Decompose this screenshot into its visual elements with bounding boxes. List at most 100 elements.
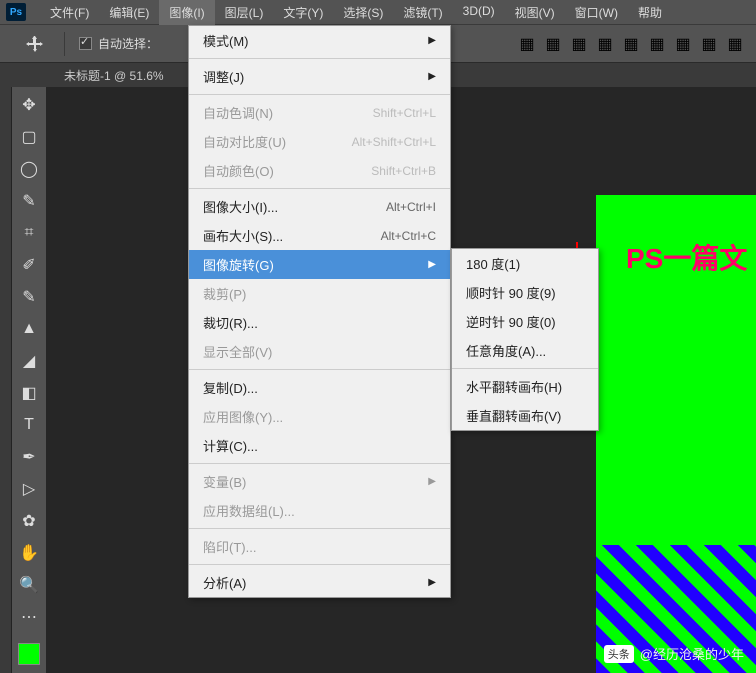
hand-tool-icon[interactable]: ✋ [16,541,42,565]
auto-select-checkbox[interactable]: 自动选择： [79,35,158,52]
more-tools-icon[interactable]: ⋯ [16,605,42,629]
menu-item-label: 陷印(T)... [203,537,256,556]
menu-item-label: 分析(A) [203,573,246,592]
menu-item-2[interactable]: 图像(I) [159,0,214,25]
foreground-color-swatch[interactable] [18,643,40,665]
menu-item-label: 图像旋转(G) [203,255,274,274]
align-btn[interactable]: ▦ [542,33,564,55]
panel-collapse-strip[interactable] [0,87,12,673]
menu-item[interactable]: 裁切(R)... [189,308,450,337]
menu-item[interactable]: 调整(J) ▶ [189,62,450,91]
menu-item-label: 自动色调(N) [203,103,273,122]
menu-separator [189,94,450,95]
submenu-item[interactable]: 顺时针 90 度(9) [452,278,598,307]
menu-separator [189,188,450,189]
submenu-item[interactable]: 垂直翻转画布(V) [452,401,598,430]
menu-item-label: 裁切(R)... [203,313,258,332]
menu-item-label: 应用数据组(L)... [203,501,295,520]
align-btn[interactable]: ▦ [698,33,720,55]
stamp-tool-icon[interactable]: ▲ [16,317,42,341]
image-menu-dropdown: 模式(M)▶调整(J)▶自动色调(N)Shift+Ctrl+L自动对比度(U)A… [188,25,451,598]
menubar: Ps 文件(F)编辑(E)图像(I)图层(L)文字(Y)选择(S)滤镜(T)3D… [0,0,756,25]
align-btn[interactable]: ▦ [620,33,642,55]
menu-item[interactable]: 计算(C)... [189,431,450,460]
menu-item[interactable]: 图像旋转(G) ▶ [189,250,450,279]
menu-item-label: 应用图像(Y)... [203,407,283,426]
shape-tool-icon[interactable]: ✿ [16,509,42,533]
crop-tool-icon[interactable]: ⌗ [16,221,42,245]
menu-separator [189,564,450,565]
menu-item-label: 画布大小(S)... [203,226,283,245]
tool-panel: ✥ ▢ ◯ ✎ ⌗ ✐ ✎ ▲ ◢ ◧ T ✒ ▷ ✿ ✋ 🔍 ⋯ [12,87,46,673]
submenu-arrow-icon: ▶ [428,259,436,270]
marquee-tool-icon[interactable]: ▢ [16,125,42,149]
menu-item-label: 自动对比度(U) [203,132,286,151]
type-tool-icon[interactable]: T [16,413,42,437]
submenu-arrow-icon: ▶ [428,577,436,588]
menu-item-3[interactable]: 图层(L) [215,0,274,25]
canvas-content: PS一篇文 [596,195,756,673]
menu-item-label: 复制(D)... [203,378,258,397]
submenu-item[interactable]: 任意角度(A)... [452,336,598,365]
menu-item-label: 调整(J) [203,67,244,86]
menu-item-label: 裁剪(P) [203,284,246,303]
submenu-arrow-icon: ▶ [428,71,436,82]
document-tab[interactable]: 未标题-1 @ 51.6% [56,67,172,84]
zoom-tool-icon[interactable]: 🔍 [16,573,42,597]
menu-item: 自动对比度(U)Alt+Shift+Ctrl+L [189,127,450,156]
menu-separator [189,369,450,370]
menu-item: 应用图像(Y)... [189,402,450,431]
menu-item[interactable]: 画布大小(S)... Alt+Ctrl+C [189,221,450,250]
align-btn[interactable]: ▦ [594,33,616,55]
move-tool-icon[interactable]: ✥ [16,93,42,117]
menu-item-10[interactable]: 帮助 [628,0,672,25]
menu-item[interactable]: 模式(M)▶ [189,26,450,55]
menu-item[interactable]: 复制(D)... [189,373,450,402]
menu-separator [189,528,450,529]
gradient-tool-icon[interactable]: ◧ [16,381,42,405]
menu-item-label: 图像大小(I)... [203,197,278,216]
app-logo: Ps [6,3,26,21]
menu-item: 陷印(T)... [189,532,450,561]
submenu-item[interactable]: 180 度(1) [452,249,598,278]
menu-item-5[interactable]: 选择(S) [333,0,393,25]
menu-item-6[interactable]: 滤镜(T) [393,0,452,25]
align-btn[interactable]: ▦ [646,33,668,55]
submenu-arrow-icon: ▶ [428,476,436,487]
menu-item: 应用数据组(L)... [189,496,450,525]
watermark-text: @经历沧桑的少年 [640,644,744,663]
align-buttons: ▦ ▦ ▦ ▦ ▦ ▦ ▦ ▦ ▦ [516,33,746,55]
menu-item-8[interactable]: 视图(V) [505,0,565,25]
move-tool-icon[interactable] [20,31,50,57]
canvas-text: PS一篇文 [626,237,747,277]
menu-item[interactable]: 分析(A) ▶ [189,568,450,597]
submenu-item[interactable]: 水平翻转画布(H) [452,372,598,401]
menu-item[interactable]: 图像大小(I)...Alt+Ctrl+I [189,192,450,221]
path-select-tool-icon[interactable]: ▷ [16,477,42,501]
menu-item-0[interactable]: 文件(F) [40,0,99,25]
eraser-tool-icon[interactable]: ◢ [16,349,42,373]
menu-shortcut: Alt+Ctrl+C [381,229,436,243]
menu-item: 显示全部(V) [189,337,450,366]
menu-separator [189,58,450,59]
menu-item: 自动颜色(O)Shift+Ctrl+B [189,156,450,185]
menu-item-label: 变量(B) [203,472,246,491]
eyedropper-tool-icon[interactable]: ✐ [16,253,42,277]
brush-tool-icon[interactable]: ✎ [16,285,42,309]
lasso-tool-icon[interactable]: ◯ [16,157,42,181]
align-btn[interactable]: ▦ [516,33,538,55]
quick-select-tool-icon[interactable]: ✎ [16,189,42,213]
submenu-item[interactable]: 逆时针 90 度(0) [452,307,598,336]
watermark: 头条 @经历沧桑的少年 [604,644,744,663]
menu-item-9[interactable]: 窗口(W) [565,0,628,25]
align-btn[interactable]: ▦ [724,33,746,55]
watermark-logo: 头条 [604,645,634,663]
align-btn[interactable]: ▦ [672,33,694,55]
menu-item-7[interactable]: 3D(D) [453,0,505,25]
menu-separator [452,368,598,369]
menu-item-4[interactable]: 文字(Y) [273,0,333,25]
align-btn[interactable]: ▦ [568,33,590,55]
menu-item-1[interactable]: 编辑(E) [99,0,159,25]
image-rotation-submenu: 180 度(1)顺时针 90 度(9)逆时针 90 度(0)任意角度(A)...… [451,248,599,431]
pen-tool-icon[interactable]: ✒ [16,445,42,469]
